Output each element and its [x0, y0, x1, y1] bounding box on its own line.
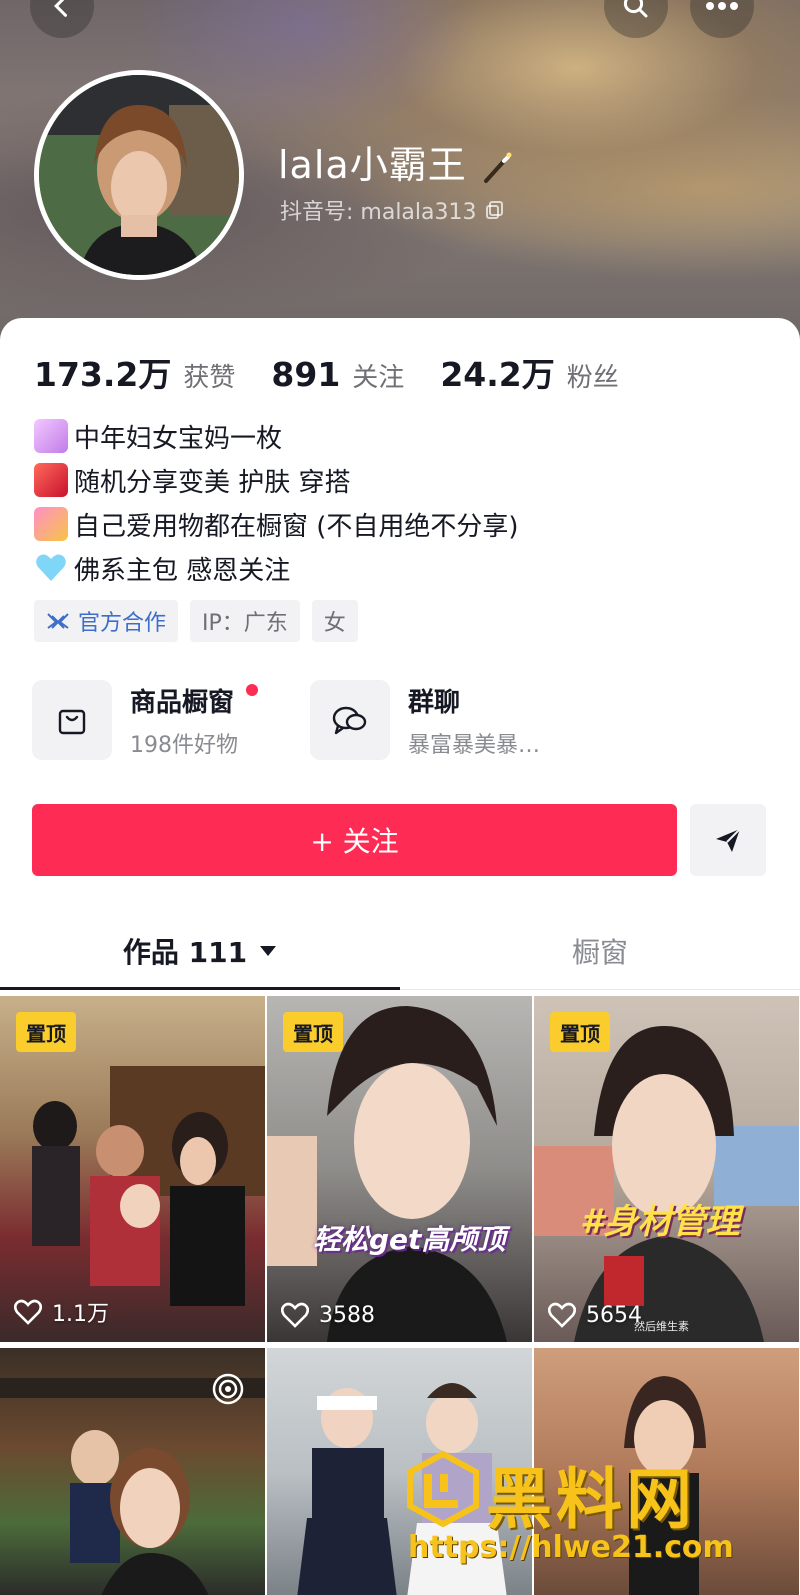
heart-outline-icon [14, 1299, 42, 1325]
pinned-badge: 置顶 [283, 1012, 343, 1052]
pinned-badge: 置顶 [550, 1012, 610, 1052]
bio-line: 佛系主包 感恩关注 [34, 546, 519, 590]
tab-showcase-label: 橱窗 [571, 936, 628, 969]
bio-text: 自己爱用物都在橱窗 (不自用绝不分享) [74, 511, 519, 542]
content-tabs: 作品 111 橱窗 [0, 912, 800, 990]
send-message-button[interactable] [690, 804, 766, 876]
official-cooperation-label: 官方合作 [78, 611, 167, 636]
live-indicator [211, 1372, 245, 1410]
likes-count: 173.2万 [34, 355, 172, 394]
video-tile[interactable] [0, 1348, 265, 1595]
follow-button[interactable]: + 关注 [32, 804, 677, 876]
heart-outline-icon [548, 1302, 576, 1328]
tab-works-label: 作品 111 [122, 936, 248, 969]
bio-line: 随机分享变美 护肤 穿搭 [34, 458, 519, 502]
tag-row: 官方合作 IP：广东 女 [34, 600, 358, 642]
group-chat-text: 群聊 暴富暴美暴… [408, 682, 540, 759]
tab-showcase[interactable]: 橱窗 [400, 912, 800, 990]
ip-location-tag: IP：广东 [190, 600, 300, 642]
avatar-image [39, 75, 239, 275]
shopping-bags-emoji-icon [34, 507, 68, 541]
following-count[interactable]: 891 [271, 355, 340, 394]
caret-down-icon[interactable] [259, 945, 277, 957]
group-chat-entry[interactable]: 群聊 暴富暴美暴… [310, 680, 540, 760]
following-label[interactable]: 关注 [352, 357, 404, 394]
bio-text: 佛系主包 感恩关注 [74, 555, 291, 586]
paper-plane-icon [716, 828, 741, 852]
video-tile[interactable]: 轻松get高颅顶 置顶 3588 [267, 996, 532, 1342]
bio: 中年妇女宝妈一枚 随机分享变美 护肤 穿搭 自己爱用物都在橱窗 (不自用绝不分享… [34, 414, 519, 590]
shop-window-text: 商品橱窗 198件好物 [130, 682, 238, 759]
douyin-id[interactable]: 抖音号: malala313 [280, 194, 505, 226]
stats-row: 173.2万 获赞 891 关注 24.2万 粉丝 [34, 348, 655, 396]
copy-icon[interactable] [485, 200, 505, 220]
video-tile[interactable]: 置顶 1.1万 [0, 996, 265, 1342]
unicorn-emoji-icon [34, 419, 68, 453]
like-count: 3588 [281, 1302, 375, 1328]
follow-label: + 关注 [310, 825, 399, 858]
ip-location-label: IP：广东 [202, 611, 288, 636]
followers-count[interactable]: 24.2万 [440, 348, 554, 396]
shop-window-title: 商品橱窗 [130, 687, 235, 718]
bio-text: 随机分享变美 护肤 穿搭 [74, 467, 351, 498]
bio-line: 中年妇女宝妈一枚 [34, 414, 519, 458]
video-tile[interactable]: #身材管理 置顶 然后维生素 5654 [534, 996, 799, 1342]
group-chat-subtitle: 暴富暴美暴… [408, 732, 541, 758]
followers-label[interactable]: 粉丝 [567, 357, 619, 394]
video-overlay-caption: #身材管理 [580, 1202, 740, 1242]
video-overlay-caption: 轻松get高颅顶 [313, 1223, 506, 1256]
live-broadcast-icon [212, 1373, 244, 1405]
like-count: 1.1万 [14, 1296, 109, 1328]
gender-tag: 女 [311, 600, 358, 642]
notification-dot [246, 684, 258, 696]
official-cooperation-tag[interactable]: 官方合作 [34, 600, 179, 642]
group-chat-title: 群聊 [408, 687, 461, 718]
like-count: 5654 [548, 1302, 642, 1328]
watermark: 黑料网 https://hlwe21.com [404, 1446, 784, 1576]
watermark-brand: 黑料网 [486, 1461, 696, 1538]
more-dots-icon [706, 2, 738, 10]
profile-name-text: lala小霸王 [278, 143, 467, 187]
shop-window-entry[interactable]: 商品橱窗 198件好物 [32, 680, 258, 760]
chat-icon-box [310, 680, 390, 760]
like-count-text: 5654 [586, 1302, 642, 1328]
likes-label: 获赞 [183, 363, 236, 393]
back-arrow-icon [54, 0, 68, 17]
watermark-logo-icon [407, 1450, 479, 1528]
blue-heart-emoji-icon [34, 551, 68, 585]
handshake-icon [47, 613, 69, 629]
profile-name: lala小霸王 [278, 134, 514, 189]
avatar[interactable] [34, 70, 244, 280]
bio-text: 中年妇女宝妈一枚 [74, 423, 283, 454]
tab-works[interactable]: 作品 111 [0, 912, 400, 990]
gender-label: 女 [323, 611, 346, 636]
search-icon [623, 0, 648, 18]
watermark-url: https://hlwe21.com [408, 1530, 734, 1565]
shop-bag-icon-box [32, 680, 112, 760]
pinned-badge: 置顶 [16, 1012, 76, 1052]
tab-active-indicator [0, 987, 400, 990]
shopping-bag-icon [58, 709, 86, 735]
group-chat-icon [332, 706, 367, 735]
like-count-text: 3588 [319, 1302, 375, 1328]
magic-wand-icon [483, 152, 512, 183]
like-count-text: 1.1万 [52, 1302, 109, 1327]
profile-card: 173.2万 获赞 891 关注 24.2万 粉丝 中年妇女宝妈一枚 随机分享变… [0, 318, 800, 990]
douyin-id-text: 抖音号: malala313 [280, 200, 477, 225]
bio-line: 自己爱用物都在橱窗 (不自用绝不分享) [34, 502, 519, 546]
video-subtitle: 然后维生素 [634, 1320, 689, 1333]
shop-window-subtitle: 198件好物 [130, 732, 238, 758]
heart-outline-icon [281, 1302, 309, 1328]
dancer-emoji-icon [34, 463, 68, 497]
